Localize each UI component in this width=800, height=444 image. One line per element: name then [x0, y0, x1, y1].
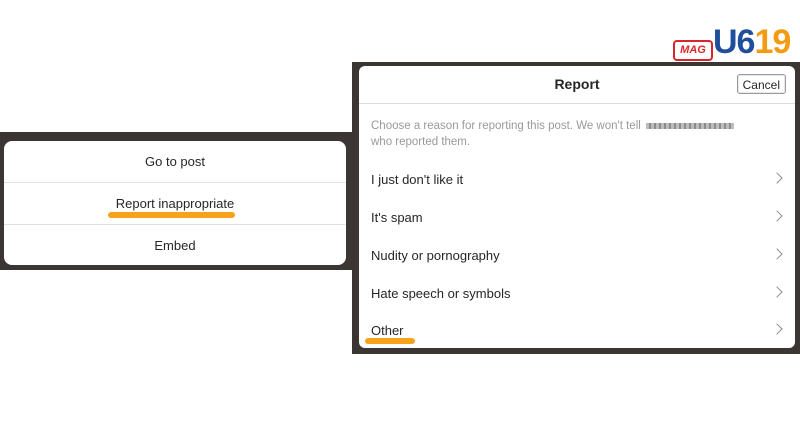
- highlight-underline-other: [365, 338, 415, 344]
- report-dialog: Report Cancel Choose a reason for report…: [359, 66, 795, 348]
- logo-part-1: U6: [713, 23, 755, 61]
- description-text: Choose a reason for reporting this post.…: [371, 120, 641, 132]
- chevron-right-icon: [771, 248, 783, 260]
- chevron-right-icon: [771, 286, 783, 298]
- embed-option[interactable]: Embed: [4, 225, 346, 265]
- reason-other[interactable]: Other: [359, 312, 795, 348]
- go-to-post-option[interactable]: Go to post: [4, 141, 346, 182]
- cancel-button[interactable]: Cancel: [736, 74, 786, 94]
- logo-mag-badge: MAG: [673, 40, 713, 61]
- redacted-username: [646, 122, 735, 129]
- reason-label: Nudity or pornography: [371, 248, 500, 263]
- chevron-right-icon: [771, 323, 783, 335]
- chevron-right-icon: [771, 210, 783, 222]
- logo-wordmark: U619: [713, 23, 791, 61]
- reason-nudity[interactable]: Nudity or pornography: [359, 237, 795, 274]
- reason-hate-speech[interactable]: Hate speech or symbols: [359, 275, 795, 312]
- dialog-description: Choose a reason for reporting this post.…: [371, 118, 771, 150]
- chevron-right-icon: [771, 172, 783, 184]
- dialog-title: Report: [554, 76, 600, 92]
- highlight-underline-report: [108, 212, 235, 218]
- description-text-end: who reported them.: [371, 136, 471, 148]
- reason-label: It's spam: [371, 210, 423, 225]
- reason-label: Hate speech or symbols: [371, 286, 511, 301]
- reason-spam[interactable]: It's spam: [359, 199, 795, 236]
- dialog-header: Report Cancel: [359, 66, 795, 104]
- logo-part-2: 19: [754, 23, 791, 61]
- post-options-sheet: Go to post Report inappropriate Embed: [4, 141, 346, 265]
- reason-label: I just don't like it: [371, 172, 464, 187]
- reason-dont-like[interactable]: I just don't like it: [359, 161, 795, 198]
